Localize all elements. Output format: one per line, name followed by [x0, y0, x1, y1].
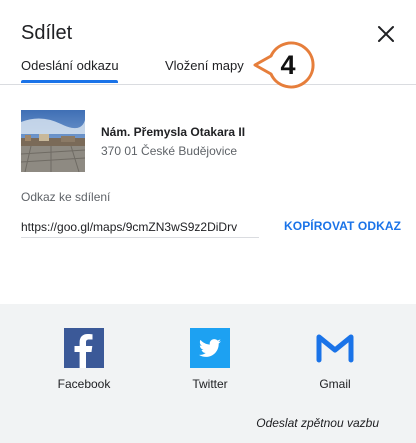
- close-button[interactable]: [374, 22, 398, 46]
- tab-send-link-label: Odeslání odkazu: [21, 58, 119, 73]
- share-link-label: Odkaz ke sdílení: [21, 190, 111, 204]
- gmail-label: Gmail: [319, 377, 351, 391]
- copy-link-button[interactable]: KOPÍROVAT ODKAZ: [284, 219, 401, 233]
- facebook-icon: [64, 328, 104, 368]
- share-dialog: Sdílet Odeslání odkazu Vložení mapy 4 Ná…: [0, 0, 416, 443]
- tab-embed-map-label: Vložení mapy: [165, 58, 244, 73]
- share-gmail-button[interactable]: Gmail: [290, 328, 380, 391]
- send-feedback-link[interactable]: Odeslat zpětnou vazbu: [256, 416, 379, 430]
- tabs-divider: [0, 84, 416, 85]
- share-twitter-button[interactable]: Twitter: [165, 328, 255, 391]
- facebook-label: Facebook: [57, 377, 111, 391]
- share-facebook-button[interactable]: Facebook: [39, 328, 129, 391]
- gmail-icon: [316, 334, 354, 363]
- dialog-title: Sdílet: [21, 22, 73, 44]
- active-tab-indicator: [21, 80, 118, 83]
- twitter-icon: [190, 328, 230, 368]
- place-address: 370 01 České Budějovice: [101, 144, 238, 158]
- tab-embed-map[interactable]: Vložení mapy: [165, 58, 244, 84]
- close-icon: [378, 26, 394, 42]
- callout-number: 4: [280, 50, 296, 80]
- twitter-label: Twitter: [192, 377, 228, 391]
- share-link-field[interactable]: [21, 216, 259, 238]
- place-thumbnail: [21, 110, 85, 172]
- place-name: Nám. Přemysla Otakara II: [101, 125, 246, 139]
